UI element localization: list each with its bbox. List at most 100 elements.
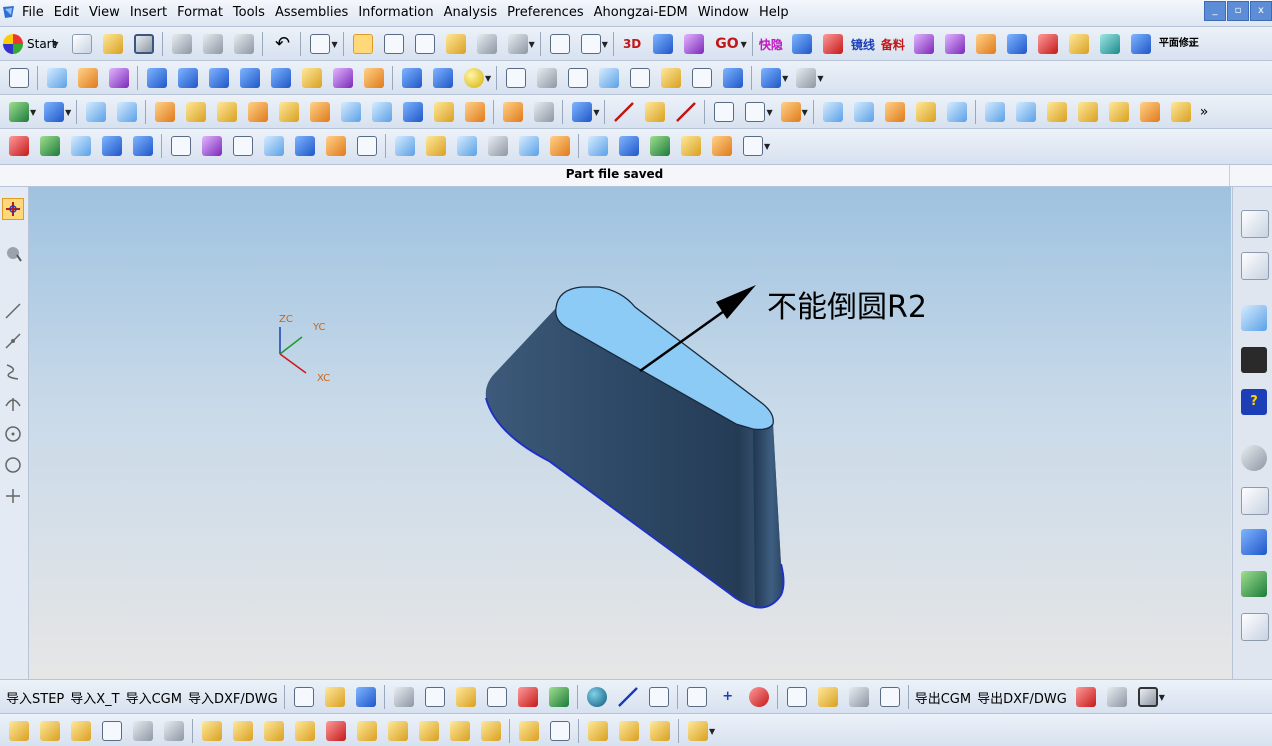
sew-icon[interactable] — [465, 102, 486, 122]
export-cgm-button[interactable]: 导出CGM — [915, 688, 971, 707]
point-tool-icon[interactable] — [2, 485, 24, 507]
polygon-icon[interactable] — [714, 102, 735, 122]
mesh-3-icon[interactable] — [1046, 102, 1067, 122]
import-dxf-button[interactable]: 导入DXF/DWG — [188, 688, 278, 707]
frame-x-icon[interactable] — [686, 687, 707, 707]
offset-icon[interactable] — [279, 102, 300, 122]
chain-icon[interactable] — [650, 721, 670, 741]
globe-icon[interactable] — [586, 687, 607, 707]
tools-icon[interactable] — [364, 68, 384, 88]
copy-icon[interactable] — [203, 34, 224, 54]
history-clock-icon[interactable] — [1241, 445, 1267, 471]
sweep-icon[interactable] — [333, 68, 353, 88]
component-box-icon[interactable] — [71, 721, 91, 741]
hand-icon[interactable] — [78, 68, 98, 88]
snap-icon[interactable] — [684, 34, 705, 54]
mesh-4-icon[interactable] — [1077, 102, 1098, 122]
solid-body[interactable] — [485, 286, 785, 609]
plane-icon[interactable] — [913, 34, 934, 54]
new-component-icon[interactable] — [202, 721, 222, 741]
save-icon[interactable] — [134, 34, 155, 54]
menu-ahongzai-edm[interactable]: Ahongzai-EDM — [594, 4, 688, 21]
surface-1-icon[interactable] — [822, 102, 843, 122]
tube-icon[interactable] — [619, 136, 639, 156]
part-navigator-tab-icon[interactable] — [1241, 252, 1269, 280]
reposition-icon[interactable] — [295, 721, 315, 741]
import-step-button[interactable]: 导入STEP — [6, 688, 64, 707]
platform-icon[interactable] — [548, 687, 569, 707]
ribbon-icon[interactable] — [109, 68, 129, 88]
block-red-icon[interactable] — [147, 68, 167, 88]
checklist-icon[interactable] — [688, 721, 708, 741]
roles-icon[interactable] — [1241, 571, 1267, 597]
arrangement-icon[interactable] — [519, 721, 539, 741]
block-left-icon[interactable] — [209, 68, 229, 88]
surface-3-icon[interactable] — [884, 102, 905, 122]
calculator-icon[interactable] — [1099, 34, 1120, 54]
toolbar-overflow-icon[interactable]: » — [1188, 36, 1197, 52]
system-scenes-icon[interactable] — [1241, 613, 1269, 641]
line-points-icon[interactable] — [2, 330, 24, 352]
delete-face-icon[interactable] — [534, 102, 555, 122]
copy-window-icon[interactable] — [486, 687, 507, 707]
components-icon[interactable] — [133, 136, 153, 156]
undo-icon[interactable]: ↶ — [272, 34, 292, 54]
export-dxf-button[interactable]: 导出DXF/DWG — [977, 688, 1067, 707]
draft-icon[interactable] — [248, 102, 269, 122]
replace-face-icon[interactable] — [503, 102, 524, 122]
curved-face-icon[interactable] — [264, 136, 284, 156]
training-icon[interactable] — [1241, 347, 1267, 373]
block-orange-icon[interactable] — [178, 68, 198, 88]
close-button[interactable]: x — [1250, 1, 1272, 21]
chamfer-icon[interactable] — [217, 102, 238, 122]
surface-4-icon[interactable] — [915, 102, 936, 122]
fold-icon[interactable] — [295, 136, 315, 156]
minimize-button[interactable]: _ — [1204, 1, 1226, 21]
quick-hide-button[interactable]: 快隐 — [759, 36, 783, 53]
face-blend-icon[interactable] — [186, 102, 207, 122]
sketch-constraint-icon[interactable] — [383, 34, 404, 54]
print-icon[interactable] — [1106, 687, 1127, 707]
menu-preferences[interactable]: Preferences — [507, 4, 583, 21]
wave-icon[interactable] — [419, 721, 439, 741]
assembly-navigator-icon[interactable] — [1241, 210, 1269, 238]
mirror-line-button[interactable]: 镜线 — [851, 36, 875, 53]
striped-box-icon[interactable] — [712, 136, 732, 156]
line-icon[interactable] — [614, 102, 635, 122]
cut-icon[interactable] — [172, 34, 193, 54]
block-right-icon[interactable] — [240, 68, 260, 88]
box-icon[interactable] — [402, 68, 422, 88]
reuse-library-icon[interactable] — [1241, 305, 1267, 331]
measure-distance-icon[interactable] — [549, 34, 570, 54]
shell-icon[interactable] — [86, 102, 107, 122]
layer-icon[interactable] — [791, 34, 812, 54]
mesh-2-icon[interactable] — [1015, 102, 1036, 122]
restore-button[interactable]: ▫ — [1227, 1, 1249, 21]
surface-2-icon[interactable] — [853, 102, 874, 122]
assembly-load-icon[interactable] — [9, 721, 29, 741]
menu-insert[interactable]: Insert — [130, 4, 167, 21]
menu-analysis[interactable]: Analysis — [444, 4, 498, 21]
menu-information[interactable]: Information — [358, 4, 433, 21]
line-tool-icon[interactable] — [2, 300, 24, 322]
curve-tool-icon[interactable] — [2, 361, 24, 383]
import-cgm-button[interactable]: 导入CGM — [126, 688, 182, 707]
rotate-icon[interactable] — [630, 68, 651, 88]
x-mark-icon[interactable] — [743, 136, 763, 156]
stock-button[interactable]: 备料 — [881, 36, 905, 53]
open-folder-icon[interactable] — [103, 34, 124, 54]
mesh-5-icon[interactable] — [1108, 102, 1129, 122]
refresh-icon[interactable] — [293, 687, 314, 707]
component-outline-icon[interactable] — [102, 721, 122, 741]
split-icon[interactable] — [648, 687, 669, 707]
plus-icon[interactable]: + — [718, 687, 738, 707]
eye-icon[interactable] — [822, 34, 843, 54]
menu-format[interactable]: Format — [177, 4, 223, 21]
menu-window[interactable]: Window — [698, 4, 749, 21]
transform-icon[interactable] — [653, 34, 674, 54]
edit-section-icon[interactable] — [796, 68, 817, 88]
spline-icon[interactable] — [745, 102, 766, 122]
printer-icon[interactable] — [848, 687, 869, 707]
measure-angle-icon[interactable] — [580, 34, 601, 54]
cylinder-primitive-icon[interactable] — [433, 68, 453, 88]
